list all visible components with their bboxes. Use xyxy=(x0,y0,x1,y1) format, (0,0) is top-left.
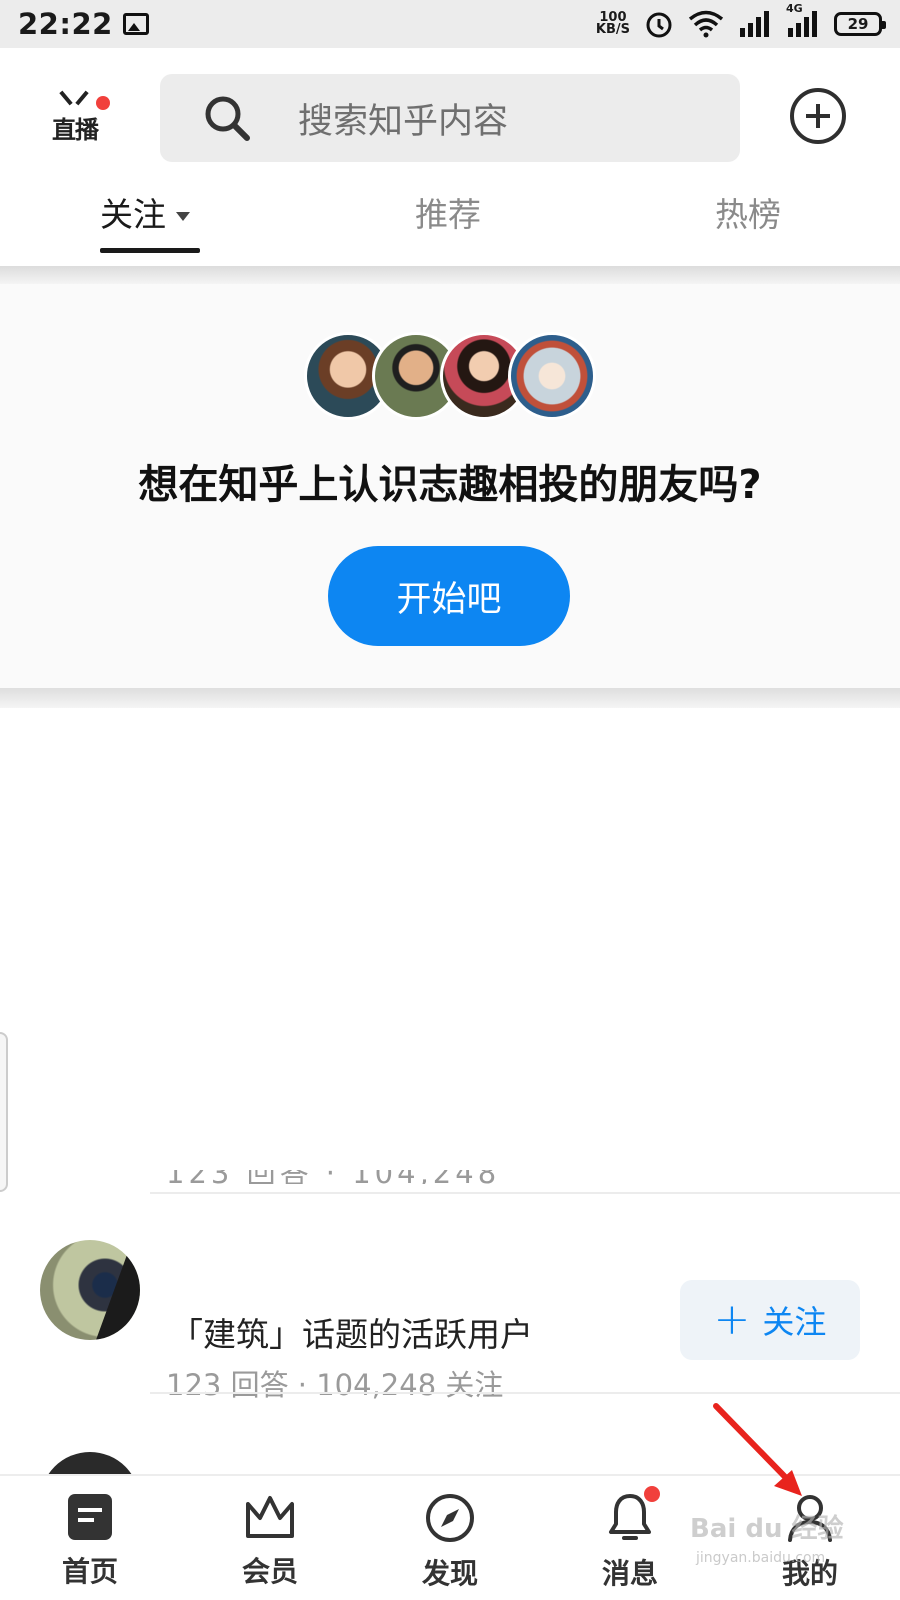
tab-recommend[interactable]: 推荐 xyxy=(415,188,481,236)
tab-follow[interactable]: 关注 xyxy=(100,188,190,236)
watermark: Bai du 经验 xyxy=(690,1514,844,1544)
notification-badge xyxy=(644,1486,660,1502)
follow-label: 关注 xyxy=(762,1303,827,1341)
find-friends-card: 想在知乎上认识志趣相投的朋友吗? 开始吧 xyxy=(0,284,900,688)
add-content-button[interactable] xyxy=(790,88,846,144)
nav-membership[interactable]: 会员 xyxy=(210,1492,330,1590)
signal-4g-icon: 4G xyxy=(786,2,820,38)
search-bar[interactable]: 搜索知乎内容 xyxy=(160,74,740,162)
section-divider xyxy=(0,688,900,708)
user-description: 「建筑」话题的活跃用户 xyxy=(170,1315,533,1354)
wifi-icon xyxy=(688,10,724,38)
crown-icon xyxy=(246,1496,294,1538)
user-avatar[interactable] xyxy=(40,1240,140,1340)
nav-label: 消息 xyxy=(601,1557,658,1590)
watermark-url: jingyan.baidu.com xyxy=(696,1550,826,1566)
network-type-label: 4G xyxy=(786,2,803,15)
live-dot-indicator xyxy=(96,96,110,110)
nav-discover[interactable]: 发现 xyxy=(390,1492,510,1592)
signal-icon xyxy=(738,10,772,38)
home-doc-icon xyxy=(68,1494,112,1540)
nav-label: 发现 xyxy=(421,1557,478,1590)
user-stats: 123 回答 · 104,248 关注 xyxy=(166,1368,504,1402)
nav-label: 首页 xyxy=(61,1555,118,1588)
list-divider xyxy=(150,1392,900,1394)
nav-messages[interactable]: 消息 xyxy=(570,1486,690,1592)
image-notification-icon xyxy=(122,13,149,35)
follow-button[interactable]: + 关注 xyxy=(680,1280,860,1360)
tab-follow-label: 关注 xyxy=(100,195,166,234)
search-placeholder: 搜索知乎内容 xyxy=(298,101,509,142)
avatar-group xyxy=(304,332,600,420)
tv-antenna-icon xyxy=(59,90,73,106)
previous-item-meta-text: 123 回答 · 104,248 关注 xyxy=(166,1170,506,1184)
status-bar: 22:22 100 KB/S 4G 29 xyxy=(0,0,900,48)
nav-label: 会员 xyxy=(241,1555,298,1588)
feed-tabs: 关注 推荐 热榜 xyxy=(0,178,900,258)
live-button[interactable]: 直播 xyxy=(50,88,112,148)
alarm-icon xyxy=(644,9,674,39)
annotation-arrow-icon xyxy=(713,1403,802,1496)
avatar xyxy=(508,332,596,420)
compass-icon xyxy=(426,1494,474,1542)
tab-hot-list[interactable]: 热榜 xyxy=(715,188,781,236)
active-tab-indicator xyxy=(100,248,200,253)
tv-antenna-icon-2 xyxy=(75,90,89,106)
network-speed: 100 KB/S xyxy=(595,11,630,37)
search-icon xyxy=(205,96,250,141)
previous-item-meta: 123 回答 · 104,248 关注 xyxy=(166,1170,506,1184)
battery-indicator: 29 xyxy=(834,12,886,36)
screen: 22:22 100 KB/S 4G 29 直播 搜索知乎内容 关注 推荐 热榜 … xyxy=(0,0,900,1600)
clock: 22:22 xyxy=(18,7,113,41)
network-speed-unit: KB/S xyxy=(595,22,630,37)
caret-down-icon xyxy=(176,212,190,221)
live-label: 直播 xyxy=(52,116,99,144)
nav-home[interactable]: 首页 xyxy=(30,1492,150,1590)
plus-icon: + xyxy=(713,1294,751,1345)
side-drawer-handle[interactable] xyxy=(0,1032,8,1192)
section-divider xyxy=(0,266,900,284)
card-title: 想在知乎上认识志趣相投的朋友吗? xyxy=(138,462,762,508)
start-button[interactable]: 开始吧 xyxy=(328,546,570,646)
top-header: 直播 搜索知乎内容 关注 推荐 热榜 xyxy=(0,48,900,266)
list-divider xyxy=(150,1192,900,1194)
